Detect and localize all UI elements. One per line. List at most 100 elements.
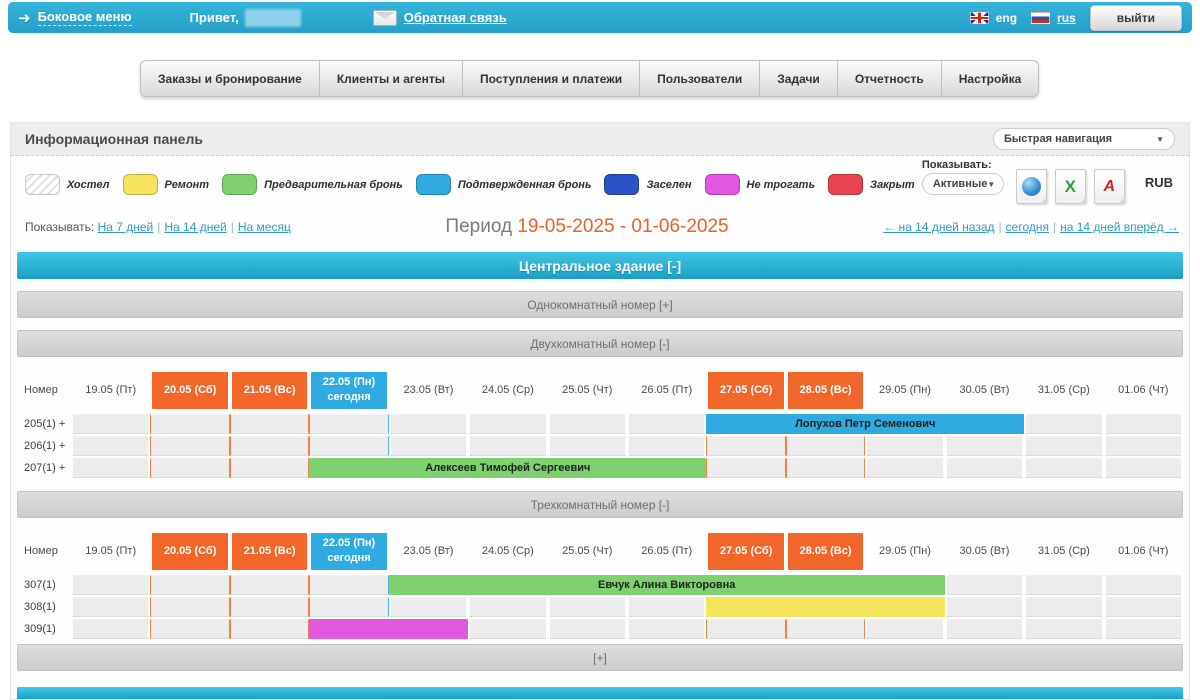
period-forward-link[interactable]: на 14 дней вперёд → — [1060, 220, 1179, 234]
calendar-cell[interactable] — [629, 597, 704, 617]
calendar-cell[interactable] — [706, 436, 785, 456]
calendar-cell[interactable] — [150, 619, 229, 639]
nav-tab[interactable]: Пользователи — [640, 60, 760, 97]
web-export-icon[interactable] — [1016, 169, 1047, 204]
calendar-cell[interactable] — [230, 458, 309, 478]
lang-rus-link[interactable]: rus — [1057, 11, 1076, 25]
calendar-cell[interactable] — [230, 619, 309, 639]
room-label[interactable]: 207(1) + — [17, 457, 71, 479]
side-menu-link[interactable]: Боковое меню — [38, 9, 132, 26]
calendar-cell[interactable] — [230, 436, 309, 456]
calendar-cell[interactable] — [786, 619, 865, 639]
calendar-cell[interactable] — [150, 458, 229, 478]
calendar-cell[interactable] — [947, 619, 1022, 639]
room-type-header[interactable]: Двухкомнатный номер [-] — [17, 330, 1183, 357]
booking-bar[interactable] — [309, 619, 468, 639]
calendar-cell[interactable] — [1026, 575, 1101, 595]
calendar-cell[interactable] — [629, 619, 704, 639]
nav-tab[interactable]: Клиенты и агенты — [320, 60, 463, 97]
calendar-cell[interactable] — [1106, 575, 1181, 595]
calendar-cell[interactable] — [629, 414, 704, 434]
calendar-cell[interactable] — [629, 436, 704, 456]
range-link[interactable]: На 7 дней — [98, 220, 154, 234]
calendar-cell[interactable] — [470, 619, 545, 639]
room-type-header[interactable]: Однокомнатный номер [+] — [17, 291, 1183, 318]
calendar-cell[interactable] — [230, 414, 309, 434]
nav-tab[interactable]: Задачи — [760, 60, 838, 97]
calendar-cell[interactable] — [309, 575, 388, 595]
excel-export-icon[interactable]: X — [1055, 169, 1086, 204]
logout-button[interactable]: выйти — [1090, 5, 1182, 31]
calendar-cell[interactable] — [550, 597, 625, 617]
calendar-cell[interactable] — [947, 436, 1022, 456]
calendar-cell[interactable] — [470, 414, 545, 434]
calendar-cell[interactable] — [73, 458, 148, 478]
expand-more-bar[interactable]: [+] — [17, 644, 1183, 671]
calendar-cell[interactable] — [947, 597, 1022, 617]
calendar-cell[interactable] — [73, 619, 148, 639]
calendar-cell[interactable] — [391, 436, 466, 456]
room-label[interactable]: 205(1) + — [17, 413, 71, 435]
calendar-cell[interactable] — [1026, 458, 1101, 478]
nav-tab[interactable]: Поступления и платежи — [463, 60, 640, 97]
booking-bar[interactable]: Алексеев Тимофей Сергеевич — [309, 458, 706, 478]
calendar-cell[interactable] — [706, 619, 785, 639]
calendar-cell[interactable] — [309, 414, 388, 434]
calendar-cell[interactable] — [391, 597, 466, 617]
calendar-cell[interactable] — [867, 619, 942, 639]
lang-eng-link[interactable]: eng — [996, 11, 1017, 25]
calendar-cell[interactable] — [150, 414, 229, 434]
booking-bar[interactable] — [706, 597, 944, 617]
room-label[interactable]: 307(1) — [17, 574, 71, 596]
room-type-header[interactable]: Трехкомнатный номер [-] — [17, 491, 1183, 518]
calendar-cell[interactable] — [470, 597, 545, 617]
calendar-cell[interactable] — [150, 597, 229, 617]
calendar-cell[interactable] — [550, 414, 625, 434]
calendar-cell[interactable] — [1106, 414, 1181, 434]
calendar-cell[interactable] — [550, 436, 625, 456]
period-back-link[interactable]: ← на 14 дней назад — [883, 220, 994, 234]
room-label[interactable]: 309(1) — [17, 618, 71, 640]
booking-bar[interactable]: Евчук Алина Викторовна — [389, 575, 945, 595]
show-filter-select[interactable]: Активные ▼ — [922, 173, 1004, 195]
calendar-cell[interactable] — [1026, 414, 1101, 434]
calendar-cell[interactable] — [73, 575, 148, 595]
calendar-cell[interactable] — [1106, 597, 1181, 617]
calendar-cell[interactable] — [230, 575, 309, 595]
calendar-cell[interactable] — [1026, 436, 1101, 456]
calendar-cell[interactable] — [706, 458, 785, 478]
calendar-cell[interactable] — [309, 597, 388, 617]
building-header[interactable]: Центральное здание [-] — [17, 252, 1183, 279]
room-label[interactable]: 206(1) + — [17, 435, 71, 457]
calendar-cell[interactable] — [786, 458, 865, 478]
calendar-cell[interactable] — [1106, 619, 1181, 639]
pdf-export-icon[interactable]: A — [1094, 169, 1125, 204]
calendar-cell[interactable] — [73, 414, 148, 434]
calendar-cell[interactable] — [1106, 436, 1181, 456]
quick-navigation-select[interactable]: Быстрая навигация ▼ — [993, 128, 1175, 150]
calendar-cell[interactable] — [550, 619, 625, 639]
calendar-cell[interactable] — [150, 575, 229, 595]
nav-tab[interactable]: Заказы и бронирование — [140, 60, 320, 97]
period-today-link[interactable]: сегодня — [1006, 220, 1049, 234]
nav-tab[interactable]: Отчетность — [838, 60, 942, 97]
calendar-cell[interactable] — [1026, 597, 1101, 617]
room-label[interactable]: 308(1) — [17, 596, 71, 618]
range-link[interactable]: На месяц — [238, 220, 291, 234]
calendar-cell[interactable] — [391, 414, 466, 434]
calendar-cell[interactable] — [867, 436, 942, 456]
calendar-cell[interactable] — [1026, 619, 1101, 639]
range-link[interactable]: На 14 дней — [164, 220, 226, 234]
calendar-cell[interactable] — [73, 436, 148, 456]
calendar-cell[interactable] — [947, 458, 1022, 478]
calendar-cell[interactable] — [867, 458, 942, 478]
calendar-cell[interactable] — [1106, 458, 1181, 478]
booking-bar[interactable]: Лопухов Петр Семенович — [706, 414, 1024, 434]
calendar-cell[interactable] — [470, 436, 545, 456]
next-building-header[interactable] — [17, 687, 1183, 699]
calendar-cell[interactable] — [230, 597, 309, 617]
calendar-cell[interactable] — [150, 436, 229, 456]
feedback-link[interactable]: Обратная связь — [404, 10, 507, 25]
calendar-cell[interactable] — [947, 575, 1022, 595]
nav-tab[interactable]: Настройка — [942, 60, 1040, 97]
